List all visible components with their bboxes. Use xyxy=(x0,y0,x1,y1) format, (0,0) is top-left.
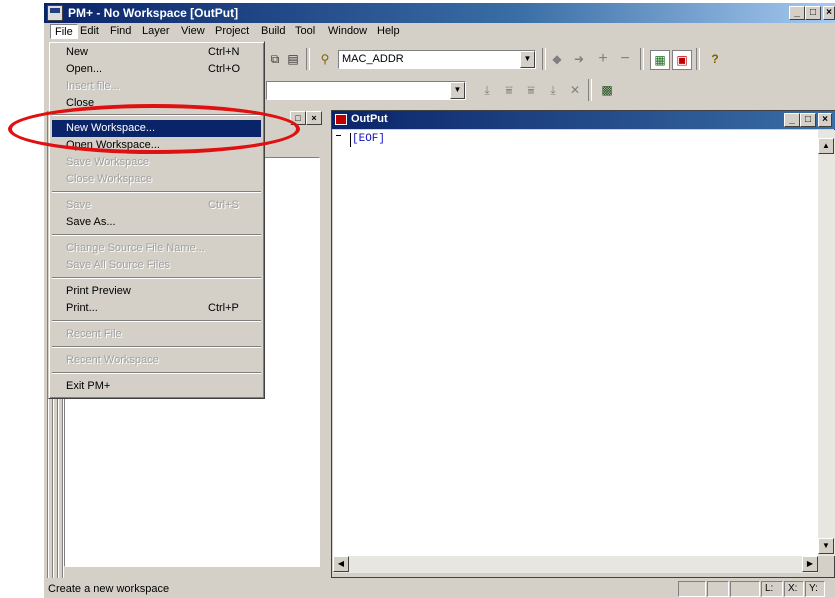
vertical-scrollbar[interactable]: ▲ ▼ xyxy=(818,130,835,556)
menu-build[interactable]: Build xyxy=(261,25,285,37)
debugger-icon[interactable]: ▩ xyxy=(598,81,616,99)
plus-icon[interactable]: + xyxy=(594,50,612,68)
toolbar-separator xyxy=(306,48,310,70)
menu-tool[interactable]: Tool xyxy=(295,25,315,37)
menu-item-save-workspace: Save Workspace xyxy=(66,156,149,168)
menu-item-save-all-source-files: Save All Source Files xyxy=(66,259,170,271)
menu-window[interactable]: Window xyxy=(328,25,367,37)
title-bar[interactable]: PM+ - No Workspace [OutPut] _ □ × xyxy=(44,3,835,23)
toolbar-main: ⧉ ▤ ⚲ MAC_ADDR ▼ ◆ ➜ + − ▦ ▣ ? xyxy=(264,44,835,74)
menu-find[interactable]: Find xyxy=(110,25,131,37)
output-minimize-icon[interactable]: _ xyxy=(784,113,800,127)
workspace-view-icon[interactable]: ▦ xyxy=(650,50,670,70)
menu-item-exit[interactable]: Exit PM+ xyxy=(52,378,261,395)
app-icon xyxy=(47,5,63,21)
menu-item-open[interactable]: Open... Ctrl+O xyxy=(52,61,261,78)
arrow-left-icon[interactable]: ◆ xyxy=(548,50,566,68)
toolbar-separator xyxy=(542,48,546,70)
toolbar-separator xyxy=(696,48,700,70)
copy-icon[interactable]: ⧉ xyxy=(266,50,284,68)
text-caret xyxy=(350,133,351,147)
menu-item-print-preview[interactable]: Print Preview xyxy=(52,283,261,300)
menu-separator xyxy=(52,372,261,374)
output-window-icon xyxy=(335,114,347,125)
output-content: [EOF] xyxy=(352,133,386,145)
menu-item-save-as[interactable]: Save As... xyxy=(52,214,261,231)
symbol-combo-value: MAC_ADDR xyxy=(342,53,404,65)
output-title: OutPut xyxy=(351,113,388,125)
file-menu: New Ctrl+N Open... Ctrl+O Insert file... C… xyxy=(48,41,265,399)
menu-separator xyxy=(52,346,261,348)
scroll-down-icon[interactable]: ▼ xyxy=(818,538,834,554)
chevron-down-icon[interactable]: ▼ xyxy=(450,82,465,99)
status-bar: Create a new workspace L: X: Y: xyxy=(44,580,835,598)
status-text: Create a new workspace xyxy=(48,583,170,595)
menu-edit[interactable]: Edit xyxy=(80,25,99,37)
line-marker xyxy=(336,135,341,136)
minimize-icon[interactable]: _ xyxy=(789,6,805,20)
help-icon[interactable]: ? xyxy=(706,50,724,68)
menu-item-recent-file: Recent File xyxy=(66,328,122,340)
chevron-down-icon[interactable]: ▼ xyxy=(520,51,535,68)
status-line: L: xyxy=(761,581,783,597)
output-text-area[interactable] xyxy=(333,130,833,556)
menu-separator xyxy=(52,277,261,279)
menu-item-save: Save Ctrl+S xyxy=(66,199,239,211)
panel-close-icon[interactable]: × xyxy=(306,111,322,125)
clean-icon[interactable]: ✕ xyxy=(566,81,584,99)
status-panel xyxy=(730,581,760,597)
menu-project[interactable]: Project xyxy=(215,25,249,37)
build-all-icon[interactable]: ⩸ xyxy=(522,81,540,99)
symbol-combo[interactable]: MAC_ADDR ▼ xyxy=(338,50,536,69)
menu-view[interactable]: View xyxy=(181,25,205,37)
output-close-icon[interactable]: × xyxy=(818,113,832,127)
menu-item-new[interactable]: New Ctrl+N xyxy=(52,44,261,61)
menu-item-change-source-file-name: Change Source File Name... xyxy=(66,242,205,254)
minus-icon[interactable]: − xyxy=(616,50,634,68)
toolbar-build: ▼ ⤓ ⩸ ⩸ ⤓ ✕ ▩ xyxy=(264,76,835,104)
menu-separator xyxy=(52,234,261,236)
scroll-right-icon[interactable]: ▶ xyxy=(802,556,818,572)
menu-separator xyxy=(52,320,261,322)
menu-item-insert-file: Insert file... xyxy=(66,80,120,92)
find-icon[interactable]: ⚲ xyxy=(316,50,334,68)
toolbar-separator xyxy=(640,48,644,70)
menu-item-print[interactable]: Print... Ctrl+P xyxy=(52,300,261,317)
menu-help[interactable]: Help xyxy=(377,25,400,37)
annotation-oval xyxy=(8,104,300,154)
status-x: X: xyxy=(784,581,804,597)
menu-separator xyxy=(52,191,261,193)
close-icon[interactable]: × xyxy=(823,6,835,20)
status-panel xyxy=(707,581,729,597)
output-maximize-icon[interactable]: □ xyxy=(800,113,816,127)
stop-build-icon[interactable]: ⤓ xyxy=(544,81,562,99)
scroll-up-icon[interactable]: ▲ xyxy=(818,138,834,154)
menu-layer[interactable]: Layer xyxy=(142,25,170,37)
window-title: PM+ - No Workspace [OutPut] xyxy=(68,6,239,20)
horizontal-scrollbar[interactable]: ◀ ▶ xyxy=(333,556,818,573)
paste-icon[interactable]: ▤ xyxy=(284,50,302,68)
menu-file[interactable]: File xyxy=(50,24,78,39)
scroll-left-icon[interactable]: ◀ xyxy=(333,556,349,572)
maximize-icon[interactable]: □ xyxy=(805,6,821,20)
status-panel xyxy=(678,581,706,597)
toolbar-separator xyxy=(588,79,592,101)
menu-bar: File Edit Find Layer View Project Build … xyxy=(44,23,835,42)
target-combo[interactable]: ▼ xyxy=(266,81,466,100)
build-icon[interactable]: ⩸ xyxy=(500,81,518,99)
compile-icon[interactable]: ⤓ xyxy=(478,81,496,99)
menu-item-recent-workspace: Recent Workspace xyxy=(66,354,159,366)
output-view-icon[interactable]: ▣ xyxy=(672,50,692,70)
menu-item-close-workspace: Close Workspace xyxy=(66,173,152,185)
status-y: Y: xyxy=(805,581,825,597)
arrow-right-icon[interactable]: ➜ xyxy=(570,50,588,68)
output-title-bar[interactable]: OutPut _ □ × xyxy=(332,111,835,129)
